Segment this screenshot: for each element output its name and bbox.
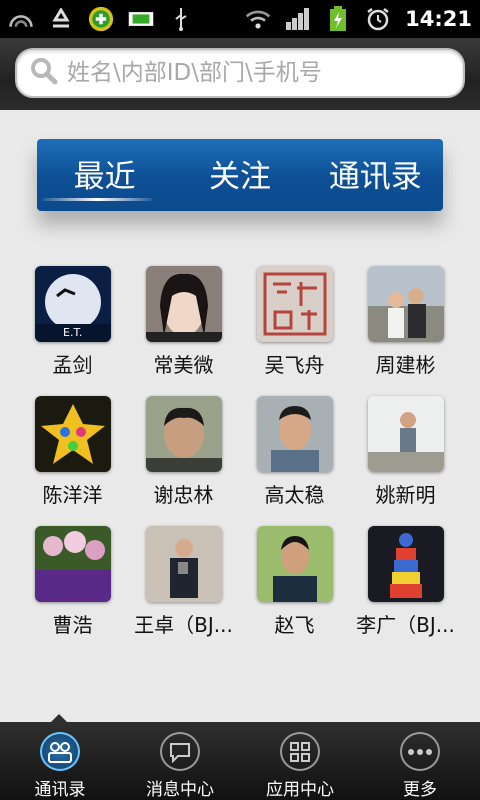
tab-address-book[interactable]: 通讯录 bbox=[308, 139, 443, 211]
contact-item[interactable]: 姚新明 bbox=[350, 396, 461, 508]
nav-message-center[interactable]: 消息中心 bbox=[120, 722, 240, 800]
avatar bbox=[145, 526, 222, 602]
avatar bbox=[256, 396, 333, 472]
avatar bbox=[256, 266, 333, 342]
avatar bbox=[145, 396, 222, 472]
contact-item[interactable]: E.T. 孟剑 bbox=[17, 266, 128, 378]
search-icon bbox=[29, 56, 59, 90]
battery-charging-icon bbox=[325, 6, 351, 31]
nav-label: 应用中心 bbox=[266, 780, 334, 800]
usb-icon bbox=[168, 8, 194, 31]
contact-item[interactable]: 高太稳 bbox=[239, 396, 350, 508]
sim-icon bbox=[128, 8, 154, 30]
alarm-icon bbox=[365, 8, 391, 31]
search-box[interactable] bbox=[15, 48, 465, 98]
status-clock: 14:21 bbox=[405, 7, 472, 31]
wifi-icon bbox=[245, 8, 271, 30]
contact-name: 王卓（BJ... bbox=[134, 613, 233, 637]
contact-name: 孟剑 bbox=[52, 353, 93, 377]
tab-bar: 最近 关注 通讯录 bbox=[37, 139, 443, 211]
contact-name: 吴飞舟 bbox=[264, 353, 325, 377]
contacts-icon bbox=[40, 732, 80, 771]
nav-more[interactable]: 更多 bbox=[360, 722, 480, 800]
contact-item[interactable]: 陈洋洋 bbox=[17, 396, 128, 508]
contact-item[interactable]: 常美微 bbox=[128, 266, 239, 378]
contact-name: 李广（BJ... bbox=[356, 613, 455, 637]
avatar bbox=[367, 266, 444, 342]
cell-signal-icon bbox=[285, 8, 311, 30]
contact-name: 常美微 bbox=[153, 353, 214, 377]
contact-item[interactable]: 曹浩 bbox=[17, 526, 128, 638]
tab-recent[interactable]: 最近 bbox=[37, 139, 172, 211]
nav-label: 通讯录 bbox=[34, 780, 86, 800]
contact-item[interactable]: 李广（BJ... bbox=[350, 526, 461, 638]
search-input[interactable] bbox=[67, 60, 447, 86]
status-bar: 14:21 bbox=[0, 0, 480, 38]
avatar bbox=[34, 396, 111, 472]
avatar bbox=[34, 526, 111, 602]
avatar bbox=[367, 396, 444, 472]
contact-item[interactable]: 王卓（BJ... bbox=[128, 526, 239, 638]
add-badge-icon bbox=[88, 6, 114, 32]
apps-grid-icon bbox=[280, 732, 320, 771]
contact-name: 赵飞 bbox=[274, 613, 315, 637]
nav-contacts[interactable]: 通讯录 bbox=[0, 722, 120, 800]
contact-name: 陈洋洋 bbox=[42, 483, 103, 507]
nav-app-center[interactable]: 应用中心 bbox=[240, 722, 360, 800]
recycle-icon bbox=[48, 8, 74, 30]
contact-name: 谢忠林 bbox=[153, 483, 214, 507]
more-dots-icon bbox=[400, 732, 440, 771]
avatar bbox=[256, 526, 333, 602]
message-bubble-icon bbox=[160, 732, 200, 771]
avatar: E.T. bbox=[34, 266, 111, 342]
contact-name: 高太稳 bbox=[264, 483, 325, 507]
contact-item[interactable]: 吴飞舟 bbox=[239, 266, 350, 378]
signal-arc-icon bbox=[8, 8, 34, 30]
contact-name: 姚新明 bbox=[375, 483, 436, 507]
contact-item[interactable]: 赵飞 bbox=[239, 526, 350, 638]
bottom-nav: 通讯录 消息中心 应用中心 更多 bbox=[0, 722, 480, 800]
nav-label: 消息中心 bbox=[146, 780, 214, 800]
contacts-grid: E.T. 孟剑 常美微 吴飞舟 周建彬 陈洋洋 谢忠林 高太稳 姚新明 曹浩 王… bbox=[17, 266, 463, 638]
contact-name: 周建彬 bbox=[375, 353, 436, 377]
contact-name: 曹浩 bbox=[52, 613, 93, 637]
nav-label: 更多 bbox=[403, 780, 437, 800]
avatar bbox=[367, 526, 444, 602]
search-header bbox=[0, 38, 480, 110]
tab-following[interactable]: 关注 bbox=[172, 139, 307, 211]
nav-pointer bbox=[51, 714, 67, 722]
avatar bbox=[145, 266, 222, 342]
svg-text:E.T.: E.T. bbox=[63, 326, 82, 339]
contact-item[interactable]: 谢忠林 bbox=[128, 396, 239, 508]
contact-item[interactable]: 周建彬 bbox=[350, 266, 461, 378]
